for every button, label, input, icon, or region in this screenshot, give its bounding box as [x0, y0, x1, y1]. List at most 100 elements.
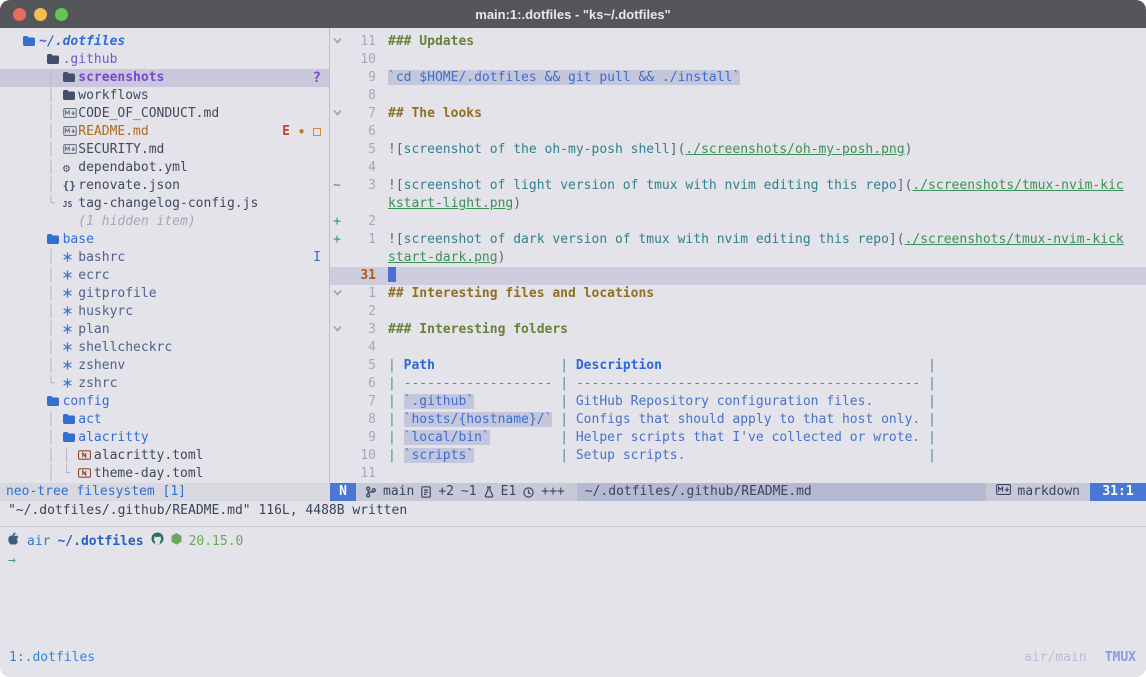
tree-item[interactable]: │ huskyrc — [0, 303, 329, 321]
tmux-window-tab[interactable]: 1:.dotfiles — [0, 650, 95, 665]
md-icon — [63, 141, 71, 159]
line-number: 10 — [344, 51, 376, 69]
tree-item[interactable]: │ README.mdE• — [0, 123, 329, 141]
editor-line[interactable]: 8| `hosts/{hostname}/` | Configs that sh… — [330, 411, 1146, 429]
editor-line[interactable]: start-dark.png) — [330, 249, 1146, 267]
editor-line[interactable]: 4 — [330, 159, 1146, 177]
js-icon: JS — [63, 195, 71, 214]
git-sign: + — [330, 231, 344, 249]
tree-item[interactable]: │ act — [0, 411, 329, 429]
editor-line[interactable]: 8 — [330, 87, 1146, 105]
editor-line[interactable]: 11 — [330, 465, 1146, 483]
editor-line[interactable]: kstart-light.png) — [330, 195, 1146, 213]
tree-item-label: shellcheckrc — [70, 339, 172, 357]
tree-item[interactable]: └ JS tag-changelog-config.js — [0, 195, 329, 213]
editor-line[interactable]: +1![screenshot of dark version of tmux w… — [330, 231, 1146, 249]
tree-item[interactable]: │ shellcheckrc — [0, 339, 329, 357]
indent-guide: │ — [0, 141, 63, 159]
line-number: 7 — [344, 105, 376, 123]
line-text: ![screenshot of light version of tmux wi… — [388, 177, 1124, 195]
tree-item[interactable]: base — [0, 231, 329, 249]
tree-item-label: tag-changelog-config.js — [70, 195, 258, 213]
node-icon — [171, 532, 182, 551]
tree-item-label: plan — [70, 321, 109, 339]
tree-item-label: theme-day.toml — [86, 465, 203, 483]
tree-item[interactable]: │ zshenv — [0, 357, 329, 375]
tree-item[interactable]: │ │ alacritty.toml — [0, 447, 329, 465]
editor-line[interactable]: 6 — [330, 123, 1146, 141]
neo-tree-sidebar: ~/.dotfiles .github │ screenshots? │ wor… — [0, 28, 329, 483]
indent-guide: │ — [0, 303, 63, 321]
editor-line[interactable]: 1## Interesting files and locations — [330, 285, 1146, 303]
editor-line[interactable]: +2 — [330, 213, 1146, 231]
tree-item[interactable]: config — [0, 393, 329, 411]
tree-item-label: .github — [55, 51, 118, 69]
editor-buffer: 11### Updates109`cd $HOME/.dotfiles && g… — [330, 28, 1146, 483]
editor-line[interactable]: 9| `local/bin` | Helper scripts that I'v… — [330, 429, 1146, 447]
editor-line[interactable]: 6| ------------------- | ---------------… — [330, 375, 1146, 393]
nvim-cmdline-message: "~/.dotfiles/.github/README.md" 116L, 44… — [0, 501, 1146, 521]
editor-line[interactable]: 31 — [330, 267, 1146, 285]
mode-indicator: N — [330, 483, 356, 501]
tree-item[interactable]: │ bashrcI — [0, 249, 329, 267]
close-button[interactable] — [13, 8, 26, 21]
titlebar[interactable]: main:1:.dotfiles - "ks~/.dotfiles" — [0, 0, 1146, 28]
tree-item[interactable]: │ {} renovate.json — [0, 177, 329, 195]
tree-item-status: E• — [282, 123, 329, 141]
tree-item-label: ~/.dotfiles — [31, 33, 125, 51]
tree-item[interactable]: │ screenshots? — [0, 69, 329, 87]
gutter — [330, 51, 344, 69]
editor-line[interactable]: 10 — [330, 51, 1146, 69]
editor-line[interactable]: 5![screenshot of the oh-my-posh shell](.… — [330, 141, 1146, 159]
tree-item[interactable]: (1 hidden item) — [0, 213, 329, 231]
line-number: 5 — [344, 357, 376, 375]
editor-line[interactable]: 3### Interesting folders — [330, 321, 1146, 339]
terminal-window: main:1:.dotfiles - "ks~/.dotfiles" ~/.do… — [0, 0, 1146, 677]
tmux-pane-divider[interactable] — [0, 526, 1146, 527]
indent-guide: │ — [0, 177, 63, 195]
md-icon — [63, 105, 71, 123]
git-sign: + — [330, 213, 344, 231]
editor-line[interactable]: 7## The looks — [330, 105, 1146, 123]
tree-item[interactable]: │ CODE_OF_CONDUCT.md — [0, 105, 329, 123]
line-number: 11 — [344, 465, 376, 483]
tree-item[interactable]: │ └ theme-day.toml — [0, 465, 329, 483]
tree-item-status: ? — [313, 69, 329, 87]
shell-pane[interactable]: air ~/.dotfiles 20.15.0 → — [0, 532, 1146, 570]
tree-item[interactable]: │ SECURITY.md — [0, 141, 329, 159]
diagnostics-count: E1 — [501, 483, 517, 501]
tree-item[interactable]: │ workflows — [0, 87, 329, 105]
tree-item[interactable]: │ ⚙ dependabot.yml — [0, 159, 329, 177]
line-number: 6 — [344, 123, 376, 141]
line-number: 9 — [344, 429, 376, 447]
editor-line[interactable]: 10| `scripts` | Setup scripts. | — [330, 447, 1146, 465]
editor-line[interactable]: 5 | Path | Description | — [330, 357, 1146, 375]
toml-icon — [78, 465, 86, 483]
tree-item[interactable]: .github — [0, 51, 329, 69]
indent-guide: │ — [0, 357, 63, 375]
editor-line[interactable]: 7| `.github` | GitHub Repository configu… — [330, 393, 1146, 411]
indent-guide — [0, 33, 23, 51]
tree-item[interactable]: │ ecrc — [0, 267, 329, 285]
minimize-button[interactable] — [34, 8, 47, 21]
line-number — [344, 249, 376, 267]
statusline-git-section: main +2 ~1 E1 +++ — [356, 483, 577, 501]
tree-item[interactable]: ~/.dotfiles — [0, 33, 329, 51]
gutter — [330, 303, 344, 321]
tree-item[interactable]: │ alacritty — [0, 429, 329, 447]
editor-line[interactable]: ~3![screenshot of light version of tmux … — [330, 177, 1146, 195]
editor-line[interactable]: 11### Updates — [330, 33, 1146, 51]
gutter — [330, 393, 344, 411]
tree-item[interactable]: │ gitprofile — [0, 285, 329, 303]
line-number: 6 — [344, 375, 376, 393]
zoom-button[interactable] — [55, 8, 68, 21]
tree-item[interactable]: └ zshrc — [0, 375, 329, 393]
editor-line[interactable]: 4 — [330, 339, 1146, 357]
prompt-input-line[interactable]: → — [0, 551, 1146, 570]
folder-icon — [47, 393, 55, 411]
modified-dot-icon: • — [297, 127, 306, 137]
tree-item[interactable]: │ plan — [0, 321, 329, 339]
editor-line[interactable]: 2 — [330, 303, 1146, 321]
line-text: | Path | Description | — [388, 357, 936, 375]
editor-line[interactable]: 9`cd $HOME/.dotfiles && git pull && ./in… — [330, 69, 1146, 87]
